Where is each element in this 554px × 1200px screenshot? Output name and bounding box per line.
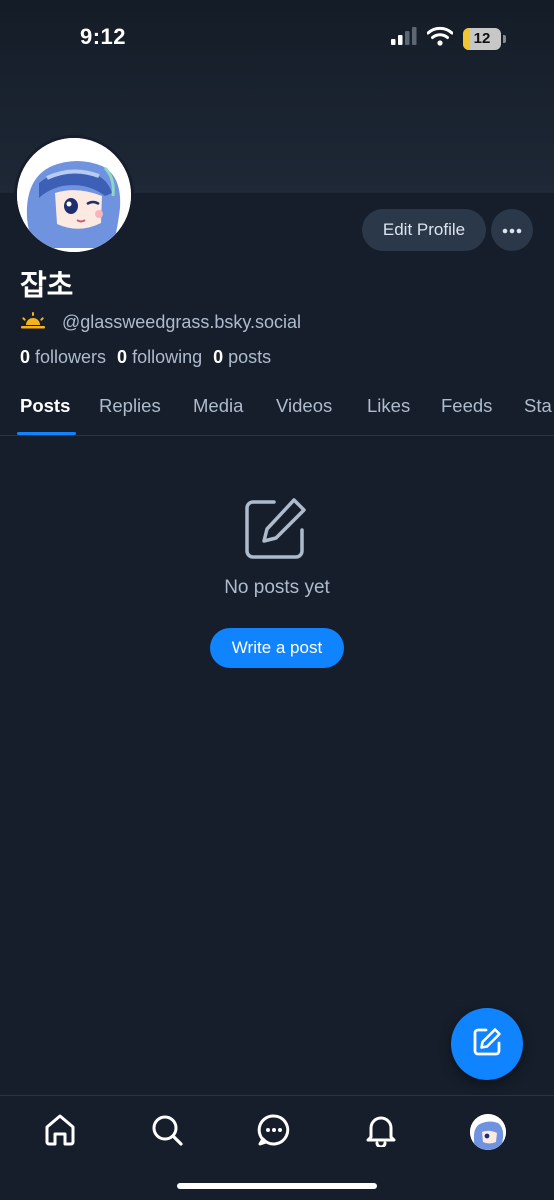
tab-likes[interactable]: Likes — [367, 395, 410, 417]
followers-stat[interactable]: 0 followers — [20, 347, 106, 368]
battery-level: 12 — [473, 30, 491, 47]
edit-icon — [244, 496, 308, 565]
nav-search[interactable] — [149, 1114, 185, 1150]
handle-row: @glassweedgrass.bsky.social — [20, 310, 301, 335]
bell-icon — [364, 1113, 398, 1152]
display-name: 잡초 — [20, 270, 74, 302]
followers-label: followers — [35, 347, 107, 367]
posts-stat: 0 posts — [213, 347, 271, 368]
nav-chat[interactable] — [256, 1113, 292, 1152]
empty-state-text: No posts yet — [224, 577, 330, 598]
nav-profile[interactable] — [470, 1114, 506, 1150]
followers-count: 0 — [20, 347, 31, 367]
profile-tabs: Posts Replies Media Videos Likes Feeds S… — [0, 380, 554, 436]
active-tab-indicator — [17, 432, 76, 435]
home-indicator — [177, 1183, 377, 1189]
wifi-icon — [426, 26, 454, 51]
edit-profile-button[interactable]: Edit Profile — [362, 209, 486, 251]
avatar — [470, 1114, 506, 1150]
home-icon — [43, 1113, 77, 1152]
following-label: following — [132, 347, 203, 367]
nav-home[interactable] — [42, 1114, 78, 1150]
posts-label: posts — [228, 347, 272, 367]
tab-posts[interactable]: Posts — [20, 395, 70, 417]
following-stat[interactable]: 0 following — [117, 347, 202, 368]
signal-icon — [391, 27, 417, 50]
tab-videos[interactable]: Videos — [276, 395, 332, 417]
tab-replies[interactable]: Replies — [99, 395, 161, 417]
status-icons: 12 — [391, 26, 506, 51]
profile-screen: 9:12 12 Edit Profile 잡초 @glassweedgrass.… — [0, 0, 554, 1200]
nav-notifications[interactable] — [363, 1114, 399, 1150]
profile-handle[interactable]: @glassweedgrass.bsky.social — [62, 312, 301, 333]
search-icon — [150, 1113, 184, 1152]
tab-starter-packs[interactable]: Sta — [524, 395, 552, 417]
chat-icon — [257, 1113, 291, 1152]
tab-media[interactable]: Media — [193, 395, 243, 417]
tab-feeds[interactable]: Feeds — [441, 395, 492, 417]
status-time: 9:12 — [80, 24, 127, 49]
posts-count: 0 — [213, 347, 224, 367]
ellipsis-icon — [502, 221, 522, 239]
battery-icon: 12 — [463, 27, 501, 50]
more-options-button[interactable] — [491, 209, 533, 251]
compose-icon — [472, 1027, 502, 1062]
battery-nub — [503, 34, 506, 43]
status-bar: 9:12 12 — [0, 0, 554, 72]
following-count: 0 — [117, 347, 128, 367]
write-post-button[interactable]: Write a post — [210, 628, 344, 668]
sunrise-icon — [20, 310, 46, 335]
compose-fab[interactable] — [451, 1008, 523, 1080]
profile-avatar[interactable] — [14, 135, 134, 255]
profile-stats: 0 followers 0 following 0 posts — [20, 347, 282, 368]
